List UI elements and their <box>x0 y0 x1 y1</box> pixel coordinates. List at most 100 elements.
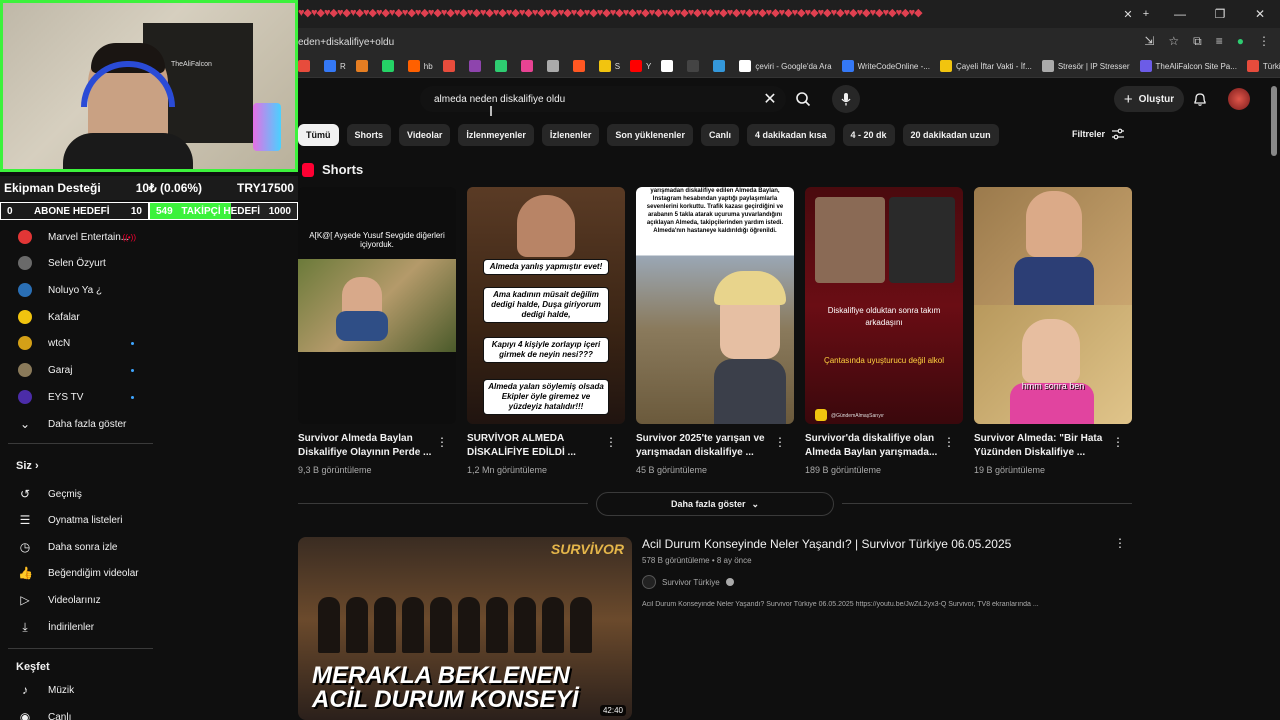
more-options-icon[interactable]: ⋮ <box>943 435 955 449</box>
bookmark-item[interactable]: Stresör | IP Stresser <box>1041 60 1130 72</box>
video-channel[interactable]: Survivor Türkiye <box>642 575 734 589</box>
short-card[interactable]: Diskalifiye olduktan sonra takım arkadaş… <box>805 187 963 475</box>
short-title[interactable]: Survivor Almeda: "Bir Hata Yüzünden Disk… <box>974 432 1114 460</box>
subscription-item[interactable]: EYS TV <box>0 384 160 410</box>
filter-chip[interactable]: Son yüklenenler <box>607 124 693 146</box>
explore-item[interactable]: ◉ Canlı <box>0 704 160 720</box>
you-item[interactable]: ☰ Oynatma listeleri <box>0 507 160 533</box>
show-more-shorts-button[interactable]: Daha fazla göster ⌄ <box>596 492 834 516</box>
channel-name[interactable]: Survivor Türkiye <box>662 578 720 587</box>
short-card[interactable]: yarışmadan diskalifiye edilen Almeda Bay… <box>636 187 794 475</box>
short-card[interactable]: hmm sonra ben Survivor Almeda: "Bir Hata… <box>974 187 1132 475</box>
bookmark-item[interactable] <box>661 60 677 72</box>
bookmark-item[interactable] <box>520 60 537 72</box>
you-item[interactable]: ⤓ İndirilenler <box>0 614 160 640</box>
bookmark-star-icon[interactable]: ☆ <box>1168 34 1179 49</box>
channel-avatar[interactable] <box>642 575 656 589</box>
video-thumbnail[interactable]: SURVİVOR MERAKLA BEKLENEN ACİL DURUM KON… <box>298 537 632 720</box>
subscription-item[interactable]: Kafalar <box>0 304 160 330</box>
bookmark-item[interactable] <box>494 60 511 72</box>
voice-search-button[interactable] <box>832 85 860 113</box>
filter-chip[interactable]: Canlı <box>700 124 739 146</box>
short-card[interactable]: Almeda yanlış yapmıştır evet! Ama kadını… <box>467 187 625 475</box>
search-input[interactable]: almeda neden diskalifiye oldu <box>420 86 786 112</box>
menu-icon[interactable]: ⋮ <box>1258 34 1270 49</box>
more-options-icon[interactable]: ⋮ <box>1114 536 1126 550</box>
you-item[interactable]: ▷ Videolarınız <box>0 587 160 613</box>
filter-chip[interactable]: 20 dakikadan uzun <box>902 124 999 146</box>
bookmark-item[interactable]: çeviri - Google'da Ara <box>739 60 832 72</box>
you-item[interactable]: 👍 Beğendiğim videolar <box>0 560 160 586</box>
short-thumbnail[interactable]: A[K@[ Ayşede Yusuf Sevgide diğerleri içi… <box>298 187 456 424</box>
minimize-icon[interactable]: — <box>1160 0 1200 28</box>
short-thumbnail[interactable]: hmm sonra ben <box>974 187 1132 424</box>
url-text[interactable]: eden+diskalifiye+oldu <box>298 37 394 48</box>
restore-icon[interactable]: ❐ <box>1200 0 1240 28</box>
short-title[interactable]: Survivor Almeda Baylan Diskalifiye Olayı… <box>298 432 438 460</box>
bookmark-item[interactable]: Y <box>630 60 651 72</box>
close-tab-icon[interactable]: ✕ <box>1120 6 1136 22</box>
new-tab-icon[interactable]: + <box>1138 6 1154 22</box>
account-avatar[interactable] <box>1228 88 1250 110</box>
short-thumbnail[interactable]: yarışmadan diskalifiye edilen Almeda Bay… <box>636 187 794 424</box>
filter-chip[interactable]: Videolar <box>399 124 451 146</box>
install-icon[interactable]: ⇲ <box>1144 34 1154 49</box>
clear-search-icon[interactable]: ✕ <box>762 90 778 108</box>
subscription-item[interactable]: Noluyo Ya ¿ <box>0 277 160 303</box>
short-title[interactable]: Survivor'da diskalifiye olan Almeda Bayl… <box>805 432 945 460</box>
bookmark-item[interactable] <box>381 60 398 72</box>
bookmark-item[interactable] <box>572 60 589 72</box>
bookmark-item[interactable]: R <box>324 60 346 72</box>
short-title[interactable]: SURVİVOR ALMEDA DİSKALİFİYE EDİLDİ ... <box>467 432 607 460</box>
bookmark-item[interactable] <box>298 60 314 72</box>
explore-item[interactable]: ♪ Müzik <box>0 677 160 703</box>
video-title[interactable]: Acil Durum Konseyinde Neler Yaşandı? | S… <box>642 537 1011 551</box>
pinned-tabs[interactable]: ♥◆♥◆♥◆♥◆♥◆♥◆♥◆♥◆♥◆♥◆♥◆♥◆♥◆♥◆♥◆♥◆♥◆♥◆♥◆♥◆… <box>298 6 1148 20</box>
bookmark-item[interactable]: WriteCodeOnline -... <box>841 60 930 72</box>
you-heading[interactable]: Siz › <box>16 460 39 472</box>
page-scrollbar[interactable] <box>1271 86 1277 156</box>
bookmark-item[interactable]: S <box>598 60 620 72</box>
filter-chip[interactable]: 4 dakikadan kısa <box>746 124 835 146</box>
subscription-item[interactable]: Garaj <box>0 357 160 383</box>
bookmark-label: TheAliFalcon Site Pa... <box>1155 61 1237 71</box>
bookmark-item[interactable] <box>546 60 563 72</box>
close-window-icon[interactable]: ✕ <box>1240 0 1280 28</box>
more-options-icon[interactable]: ⋮ <box>436 435 448 449</box>
bookmark-item[interactable] <box>713 60 729 72</box>
bookmark-item[interactable]: Çayeli İftar Vakti - İf... <box>939 60 1032 72</box>
search-button[interactable] <box>786 86 820 112</box>
short-card[interactable]: A[K@[ Ayşede Yusuf Sevgide diğerleri içi… <box>298 187 456 475</box>
bookmark-item[interactable]: hb <box>407 60 433 72</box>
filter-chip[interactable]: Shorts <box>346 124 392 146</box>
bookmark-item[interactable]: Türkiye'nin En Renkl... <box>1246 60 1280 72</box>
filter-chip[interactable]: 4 - 20 dk <box>842 124 895 146</box>
you-item[interactable]: ◷ Daha sonra izle <box>0 534 160 560</box>
filter-chip[interactable]: İzlenmeyenler <box>458 124 534 146</box>
more-options-icon[interactable]: ⋮ <box>1112 435 1124 449</box>
filter-chip[interactable]: Tümü <box>298 124 339 146</box>
search-query[interactable]: almeda neden diskalifiye oldu <box>434 94 565 105</box>
subscription-item[interactable]: Marvel Entertain... ((•)) <box>0 224 160 250</box>
more-options-icon[interactable]: ⋮ <box>774 435 786 449</box>
bookmark-item[interactable] <box>442 60 459 72</box>
bookmark-item[interactable] <box>687 60 703 72</box>
notifications-button[interactable] <box>1190 89 1210 109</box>
show-more-button[interactable]: ⌄ Daha fazla göster <box>0 411 160 437</box>
media-icon[interactable]: ≡ <box>1216 34 1223 49</box>
subscription-item[interactable]: Selen Özyurt <box>0 250 160 276</box>
short-thumbnail[interactable]: Diskalifiye olduktan sonra takım arkadaş… <box>805 187 963 424</box>
create-button[interactable]: + Oluştur <box>1114 86 1184 112</box>
short-title[interactable]: Survivor 2025'te yarışan ve yarışmadan d… <box>636 432 776 460</box>
short-thumbnail[interactable]: Almeda yanlış yapmıştır evet! Ama kadını… <box>467 187 625 424</box>
extensions-icon[interactable]: ⧉ <box>1193 34 1202 49</box>
you-item[interactable]: ↺ Geçmiş <box>0 481 160 507</box>
filter-chip[interactable]: İzlenenler <box>541 124 600 146</box>
profile-icon[interactable]: ● <box>1237 34 1244 49</box>
more-options-icon[interactable]: ⋮ <box>605 435 617 449</box>
bookmark-item[interactable] <box>468 60 485 72</box>
filters-button[interactable]: Filtreler <box>1072 128 1125 140</box>
subscription-item[interactable]: wtcN <box>0 330 160 356</box>
bookmark-item[interactable] <box>355 60 372 72</box>
bookmark-item[interactable]: TheAliFalcon Site Pa... <box>1139 60 1237 72</box>
